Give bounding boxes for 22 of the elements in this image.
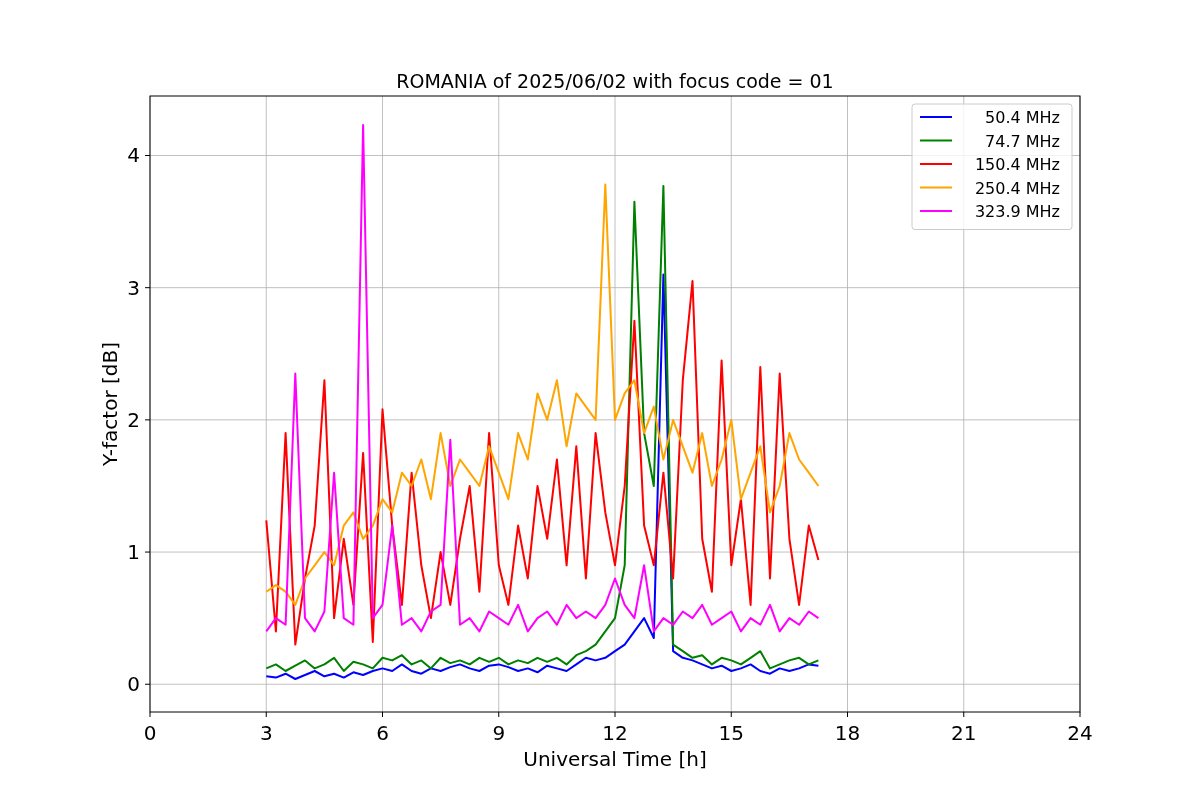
- tick-label: 0: [143, 721, 157, 745]
- tick-label: 15: [718, 721, 744, 745]
- tick-label: 4: [127, 143, 140, 168]
- tick-label: 24: [1067, 721, 1093, 745]
- tick-label: 12: [602, 721, 628, 745]
- tick-label: 0: [127, 672, 140, 697]
- chart-title: ROMANIA of 2025/06/02 with focus code = 01: [396, 70, 834, 92]
- tick-label: 21: [951, 721, 977, 745]
- tick-label: 3: [259, 721, 273, 745]
- tick-label: 2: [127, 407, 140, 432]
- legend-label: 323.9 MHz: [974, 202, 1060, 221]
- legend-label: 250.4 MHz: [974, 178, 1060, 198]
- tick-label: 9: [492, 721, 506, 745]
- tick-label: 6: [376, 721, 389, 745]
- legend-label: 74.7 MHz: [985, 131, 1060, 151]
- tick-label: 18: [834, 721, 861, 745]
- x-axis-label: Universal Time [h]: [523, 747, 707, 771]
- y-axis-label: Y-factor [dB]: [98, 342, 122, 466]
- legend-label: 150.4 MHz: [974, 155, 1060, 174]
- legend-label: 50.4 MHz: [985, 108, 1060, 127]
- tick-label: 1: [127, 540, 140, 565]
- tick-label: 3: [127, 275, 140, 300]
